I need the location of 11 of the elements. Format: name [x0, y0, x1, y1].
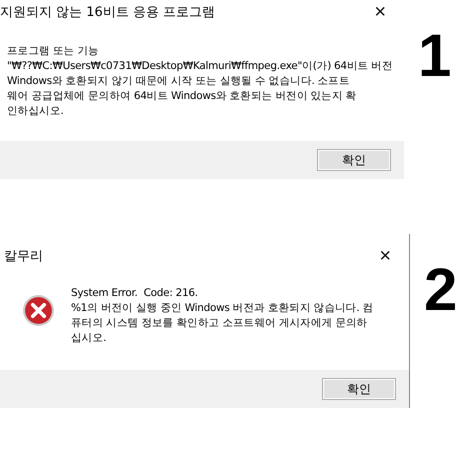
error-message: System Error. Code: 216. %1의 버전이 실행 중인 Windows 버전과 호환되지 않습니다. 컴 퓨터의 시스템 정보를 확인하고 소프트웨어 게시자에게 문의하 십시오.	[71, 286, 374, 346]
step-number: 2	[424, 260, 458, 320]
window-title: 지원되지 않는 16비트 응용 프로그램	[0, 4, 216, 21]
ok-button[interactable]: 확인	[317, 149, 391, 171]
error-icon	[22, 294, 55, 327]
close-button[interactable]: ×	[356, 0, 404, 24]
window-title: 칼무리	[4, 248, 43, 265]
step-number: 1	[418, 26, 452, 86]
ok-button[interactable]: 확인	[322, 378, 396, 400]
close-button[interactable]: ×	[361, 244, 409, 268]
error-message: 프로그램 또는 기능 "₩??₩C:₩Users₩c0731₩Desktop₩Kalmuri₩ffmpeg.exe"이(가) 64비트 버전 Windows와 호환되지 않기 때문에 시작 또는 실행될 수 없습니다. 소프트 웨어 공급업체에 문의하여 64비트 Windows와 호환되는 버전이 있는지 확 인하십시오.	[7, 44, 393, 119]
